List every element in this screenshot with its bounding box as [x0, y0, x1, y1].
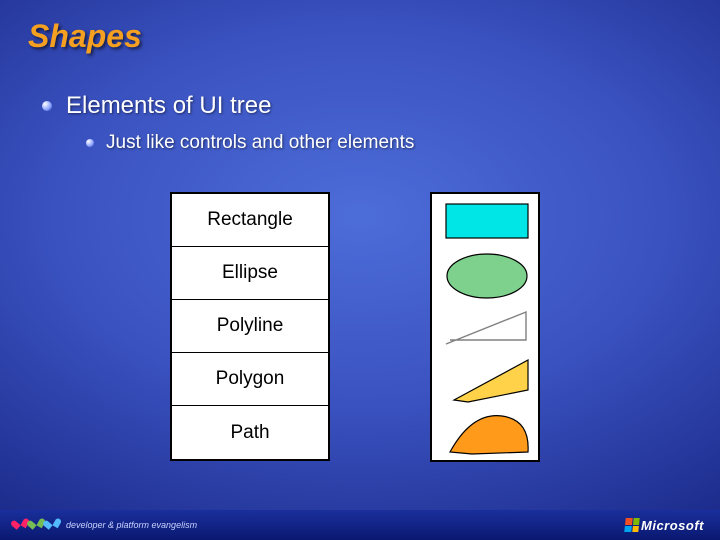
heart-icon: [31, 519, 43, 531]
bullet-level-1: Elements of UI tree: [42, 92, 271, 120]
slide-title: Shapes: [28, 18, 142, 55]
bullet-icon: [42, 101, 52, 111]
shape-label-table: Rectangle Ellipse Polyline Polygon Path: [170, 192, 330, 461]
bullet-icon: [86, 139, 94, 147]
footer-tagline: developer & platform evangelism: [66, 520, 197, 530]
shape-label: Path: [172, 406, 328, 459]
shape-label: Rectangle: [172, 194, 328, 247]
microsoft-logo: Microsoft: [625, 518, 704, 533]
rectangle-shape-icon: [446, 204, 528, 238]
microsoft-text: Microsoft: [641, 518, 704, 533]
polyline-shape-icon: [446, 312, 526, 344]
shapes-svg: [432, 194, 542, 464]
ellipse-shape-icon: [447, 254, 527, 298]
bullet-level-2: Just like controls and other elements: [86, 132, 414, 154]
heart-icon: [15, 519, 27, 531]
shape-label: Polygon: [172, 353, 328, 406]
shape-label: Ellipse: [172, 247, 328, 300]
microsoft-flag-icon: [624, 518, 639, 532]
path-shape-icon: [450, 416, 528, 454]
bullet-text: Just like controls and other elements: [106, 132, 414, 154]
footer: developer & platform evangelism Microsof…: [0, 510, 720, 540]
footer-left: developer & platform evangelism: [16, 520, 197, 530]
polygon-shape-icon: [454, 360, 528, 402]
shape-preview-panel: [430, 192, 540, 462]
heart-icon: [47, 519, 59, 531]
shape-label: Polyline: [172, 300, 328, 353]
bullet-text: Elements of UI tree: [66, 92, 271, 120]
